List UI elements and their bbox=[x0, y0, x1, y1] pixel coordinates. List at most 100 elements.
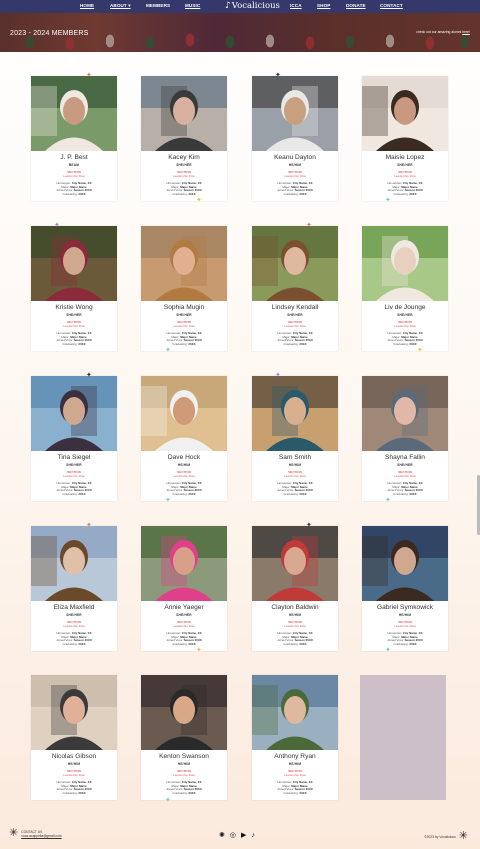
member-pronouns: SHE/HER bbox=[66, 313, 82, 317]
graduating-value: 20XX bbox=[409, 491, 417, 496]
member-role: Leadership Role bbox=[63, 624, 85, 628]
graduating-label: Graduating: bbox=[62, 491, 78, 496]
member-photo bbox=[141, 376, 227, 451]
logo-text: Vocalicious bbox=[231, 1, 280, 11]
member-pronouns: SHE/HER bbox=[176, 163, 192, 167]
nav-home-link[interactable]: HOME bbox=[80, 3, 94, 8]
sparkle-icon: ✦ bbox=[275, 72, 281, 79]
member-card: Gabriel Symkowick HE/HIM SECTION Leadership… bbox=[362, 526, 448, 651]
nav-contact-link[interactable]: CONTACT bbox=[380, 3, 403, 8]
member-details: Hometown: City Name, XX Major: Major Name… bbox=[31, 780, 117, 795]
sparkle-icon: ✦ bbox=[417, 347, 423, 354]
top-nav: HOME ABOUT ▾ MEMBERS MUSIC ♪ Vocalicious… bbox=[0, 0, 480, 13]
sparkle-icon: ✦ bbox=[385, 197, 391, 204]
graduating-value: 20XX bbox=[78, 491, 86, 496]
graduating-value: 20XX bbox=[299, 341, 307, 346]
nav-donate-link[interactable]: DONATE bbox=[346, 3, 366, 8]
nav-icca-link[interactable]: ICCA bbox=[290, 3, 302, 8]
member-pronouns: SHE/HER bbox=[397, 163, 413, 167]
graduating-value: 20XX bbox=[78, 641, 86, 646]
sparkle-icon: ✦ bbox=[275, 372, 281, 379]
member-photo bbox=[252, 226, 338, 301]
member-card: Anthony Ryan HE/HIM SECTION Leadership Role… bbox=[252, 675, 338, 800]
member-name: J. P. Best bbox=[60, 154, 88, 161]
member-photo bbox=[141, 526, 227, 601]
member-name: Maisie Lopez bbox=[385, 154, 425, 161]
member-card: Shayna Fallin SHE/HER SECTION Leadership Ro… bbox=[362, 376, 448, 501]
member-photo bbox=[31, 226, 117, 301]
alumni-link[interactable]: here! bbox=[462, 30, 470, 34]
graduating-value: 20XX bbox=[409, 641, 417, 646]
member-role: Leadership Role bbox=[284, 474, 306, 478]
logo-mark-icon: ♪ bbox=[225, 1, 231, 11]
member-role: Leadership Role bbox=[284, 174, 306, 178]
member-name: Dave Hock bbox=[167, 454, 201, 461]
graduating-label: Graduating: bbox=[62, 341, 78, 346]
member-photo bbox=[31, 376, 117, 451]
spotify-icon[interactable]: ✺ bbox=[219, 831, 225, 839]
graduating-value: 20XX bbox=[409, 341, 417, 346]
sparkle-icon: ✦ bbox=[86, 522, 92, 529]
graduating-label: Graduating: bbox=[172, 191, 188, 196]
member-photo bbox=[252, 76, 338, 151]
member-role: Leadership Role bbox=[394, 624, 416, 628]
graduating-value: 20XX bbox=[299, 641, 307, 646]
sparkle-icon: ✦ bbox=[165, 497, 171, 504]
member-role: Leadership Role bbox=[284, 324, 306, 328]
graduating-value: 20XX bbox=[188, 790, 196, 795]
social-links: ✺ ◎ ▶ ♪ bbox=[219, 831, 255, 840]
footer-contact: ✳ CONTACT US voca.acappella@gmail.com bbox=[9, 828, 62, 839]
member-card: Kacey Kim SHE/HER SECTION Leadership Role Ho… bbox=[141, 76, 227, 201]
graduating-value: 20XX bbox=[299, 191, 307, 196]
member-details: Hometown: City Name, XX Major: Major Name… bbox=[31, 481, 117, 496]
graduating-label: Graduating: bbox=[283, 341, 299, 346]
page-title: 2023 - 2024 MEMBERS bbox=[10, 30, 89, 37]
member-name: Clayton Baldwin bbox=[271, 604, 319, 611]
member-photo bbox=[362, 376, 448, 451]
member-role: Leadership Role bbox=[173, 773, 195, 777]
member-role: Leadership Role bbox=[284, 773, 306, 777]
site-logo[interactable]: ♪ Vocalicious bbox=[225, 1, 280, 11]
member-name: Gabriel Symkowick bbox=[376, 604, 434, 611]
alumni-note: check out our amazing alumni here! bbox=[416, 30, 470, 34]
tiktok-icon[interactable]: ♪ bbox=[251, 832, 255, 839]
member-card: Keanu Dayton HE/HIM SECTION Leadership Role… bbox=[252, 76, 338, 201]
members-hero-banner: 2023 - 2024 MEMBERS check out our amazin… bbox=[0, 13, 480, 52]
graduating-label: Graduating: bbox=[172, 491, 188, 496]
member-pronouns: HE/HIM bbox=[67, 762, 81, 766]
member-name: Annie Yaeger bbox=[164, 604, 204, 611]
copyright-text: ©2023 by Vocalicious bbox=[424, 834, 456, 839]
member-photo bbox=[252, 675, 338, 750]
graduating-label: Graduating: bbox=[283, 641, 299, 646]
instagram-icon[interactable]: ◎ bbox=[230, 831, 236, 839]
youtube-icon[interactable]: ▶ bbox=[241, 831, 246, 839]
member-pronouns: BEAM bbox=[68, 163, 80, 167]
member-card: Kenton Swanson HE/HIM SECTION Leadership Ro… bbox=[141, 675, 227, 800]
member-name: Kristie Wong bbox=[55, 304, 93, 311]
member-pronouns: HE/HIM bbox=[288, 613, 302, 617]
member-photo bbox=[362, 226, 448, 301]
member-photo bbox=[31, 76, 117, 151]
member-pronouns: SHE/HER bbox=[66, 613, 82, 617]
nav-members-link[interactable]: MEMBERS bbox=[146, 3, 170, 8]
member-photo bbox=[141, 226, 227, 301]
member-pronouns: HE/HIM bbox=[288, 163, 302, 167]
sparkle-icon: ✦ bbox=[385, 647, 391, 654]
member-card: Eliza Maxfield SHE/HER SECTION Leadership R… bbox=[31, 526, 117, 651]
graduating-label: Graduating: bbox=[172, 790, 188, 795]
sparkle-icon: ✦ bbox=[165, 797, 171, 804]
member-details: Hometown: City Name, XX Major: Major Name… bbox=[362, 481, 448, 496]
member-role: Leadership Role bbox=[173, 174, 195, 178]
member-details: Hometown: City Name, XX Major: Major Name… bbox=[252, 331, 338, 346]
member-name: Lindsey Kendall bbox=[271, 304, 319, 311]
member-card: Maisie Lopez SHE/HER SECTION Leadership Rol… bbox=[362, 76, 448, 201]
nav-about-link[interactable]: ABOUT ▾ bbox=[110, 3, 131, 9]
member-details: Hometown: City Name, XX Major: Major Name… bbox=[31, 181, 117, 196]
member-details: Hometown: City Name, XX Major: Major Name… bbox=[141, 331, 227, 346]
contact-email-link[interactable]: voca.acappella@gmail.com bbox=[21, 834, 61, 838]
graduating-label: Graduating: bbox=[393, 641, 409, 646]
nav-shop-link[interactable]: SHOP bbox=[317, 3, 330, 8]
member-card: J. P. Best BEAM SECTION Leadership Role Home… bbox=[31, 76, 117, 201]
member-details: Hometown: City Name, XX Major: Major Name… bbox=[252, 631, 338, 646]
nav-music-link[interactable]: MUSIC bbox=[185, 3, 200, 8]
